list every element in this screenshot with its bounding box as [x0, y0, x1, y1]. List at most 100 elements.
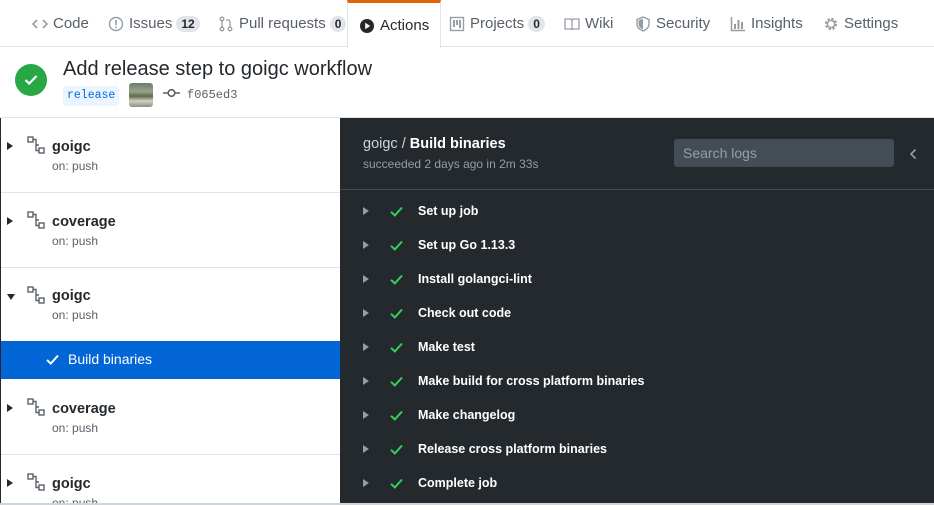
log-title-separator: / [397, 136, 410, 152]
log-step[interactable]: Install golangci-lint [340, 262, 934, 296]
code-icon [32, 18, 48, 29]
workflow-item[interactable]: goigc on: push [1, 268, 340, 342]
issues-count: 12 [176, 15, 200, 32]
tab-label: Wiki [585, 15, 614, 32]
tab-insights[interactable]: Insights [730, 0, 803, 47]
tab-label: Projects [470, 15, 525, 32]
step-name: Check out code [418, 306, 512, 320]
caret-right-icon[interactable] [363, 445, 369, 453]
tab-label: Actions [380, 17, 430, 34]
step-name: Complete job [418, 476, 498, 490]
step-name: Set up job [418, 204, 479, 218]
repo-nav: Code Issues 12 Pull requests 0 Actions P… [0, 0, 934, 48]
caret-right-icon[interactable] [363, 207, 369, 215]
success-status-icon [15, 64, 47, 96]
workflow-name: coverage [52, 401, 116, 417]
log-step[interactable]: Set up job [340, 194, 934, 228]
log-step[interactable]: Check out code [340, 296, 934, 330]
caret-right-icon[interactable] [7, 142, 13, 150]
log-step[interactable]: Complete job [340, 466, 934, 500]
caret-right-icon[interactable] [363, 411, 369, 419]
shield-icon [636, 15, 650, 32]
project-icon [449, 16, 465, 31]
caret-right-icon[interactable] [363, 241, 369, 249]
step-name: Make changelog [418, 408, 516, 422]
commit-icon [163, 88, 180, 98]
pull-request-icon [219, 16, 233, 31]
pull-requests-count: 0 [329, 15, 347, 32]
job-item-selected[interactable]: Build binaries [1, 341, 340, 379]
workflow-name: goigc [52, 476, 91, 492]
tab-label: Issues [129, 15, 173, 32]
job-name: Build binaries [68, 351, 153, 367]
check-icon [390, 206, 403, 217]
workflow-icon [27, 136, 45, 154]
tab-actions[interactable]: Actions [347, 0, 442, 48]
caret-right-icon[interactable] [7, 217, 13, 225]
tab-security[interactable]: Security [635, 0, 710, 47]
tab-label: Pull requests [239, 15, 326, 32]
caret-right-icon[interactable] [363, 343, 369, 351]
log-step[interactable]: Release cross platform binaries [340, 432, 934, 466]
chevron-left-icon[interactable] [908, 148, 918, 160]
tab-wiki[interactable]: Wiki [564, 0, 613, 47]
log-header: goigc / Build binaries succeeded 2 days … [340, 118, 934, 190]
search-logs-input[interactable] [674, 139, 894, 167]
workflow-icon [27, 211, 45, 229]
log-job-name: Build binaries [409, 136, 506, 152]
play-icon [360, 18, 374, 33]
caret-right-icon[interactable] [363, 275, 369, 283]
caret-right-icon[interactable] [7, 404, 13, 412]
workflow-trigger: on: push [52, 234, 99, 248]
caret-right-icon[interactable] [363, 479, 369, 487]
book-icon [564, 17, 580, 30]
check-icon [46, 354, 59, 366]
check-icon [390, 308, 403, 319]
check-icon [390, 376, 403, 387]
workflow-icon [27, 398, 45, 416]
workflow-name: coverage [52, 214, 116, 230]
projects-count: 0 [528, 15, 545, 32]
graph-icon [730, 16, 745, 31]
gear-icon [824, 17, 838, 30]
step-name: Set up Go 1.13.3 [418, 238, 516, 252]
tab-pull-requests[interactable]: Pull requests 0 [218, 0, 347, 47]
caret-right-icon[interactable] [363, 377, 369, 385]
tab-issues[interactable]: Issues 12 [108, 0, 200, 47]
workflow-item[interactable]: coverage on: push [1, 380, 340, 455]
workflow-item[interactable]: goigc on: push [1, 118, 340, 193]
branch-badge[interactable]: release [63, 86, 120, 106]
tab-code[interactable]: Code [32, 0, 89, 47]
log-workflow-name: goigc [363, 136, 398, 152]
check-icon [390, 410, 403, 421]
caret-right-icon[interactable] [7, 479, 13, 487]
caret-right-icon[interactable] [363, 309, 369, 317]
workflow-item[interactable]: coverage on: push [1, 193, 340, 268]
check-icon [390, 240, 403, 251]
issue-icon [108, 16, 124, 31]
log-step[interactable]: Make changelog [340, 398, 934, 432]
tab-label: Insights [751, 15, 803, 32]
tab-label: Code [53, 15, 89, 32]
log-panel: goigc / Build binaries succeeded 2 days … [340, 118, 934, 505]
step-name: Install golangci-lint [418, 272, 532, 286]
workflow-item[interactable]: goigc on: push [1, 455, 340, 505]
commit-sha[interactable]: f065ed3 [187, 88, 237, 102]
workflow-trigger: on: push [52, 159, 99, 173]
log-step[interactable]: Set up Go 1.13.3 [340, 228, 934, 262]
workflow-sidebar: goigc on: push coverage on: push goigc o… [0, 118, 340, 505]
workflow-trigger: on: push [52, 308, 99, 322]
caret-down-icon[interactable] [7, 294, 15, 300]
tab-projects[interactable]: Projects 0 [449, 0, 545, 47]
step-name: Make build for cross platform binaries [418, 374, 645, 388]
log-step[interactable]: Make build for cross platform binaries [340, 364, 934, 398]
check-icon [390, 342, 403, 353]
avatar[interactable] [129, 83, 153, 107]
log-title: goigc / Build binaries [363, 136, 506, 152]
check-icon [390, 274, 403, 285]
tab-settings[interactable]: Settings [823, 0, 898, 47]
step-name: Release cross platform binaries [418, 442, 607, 456]
run-header: Add release step to goigc workflow relea… [0, 47, 934, 118]
log-step[interactable]: Make test [340, 330, 934, 364]
workflow-trigger: on: push [52, 421, 99, 435]
